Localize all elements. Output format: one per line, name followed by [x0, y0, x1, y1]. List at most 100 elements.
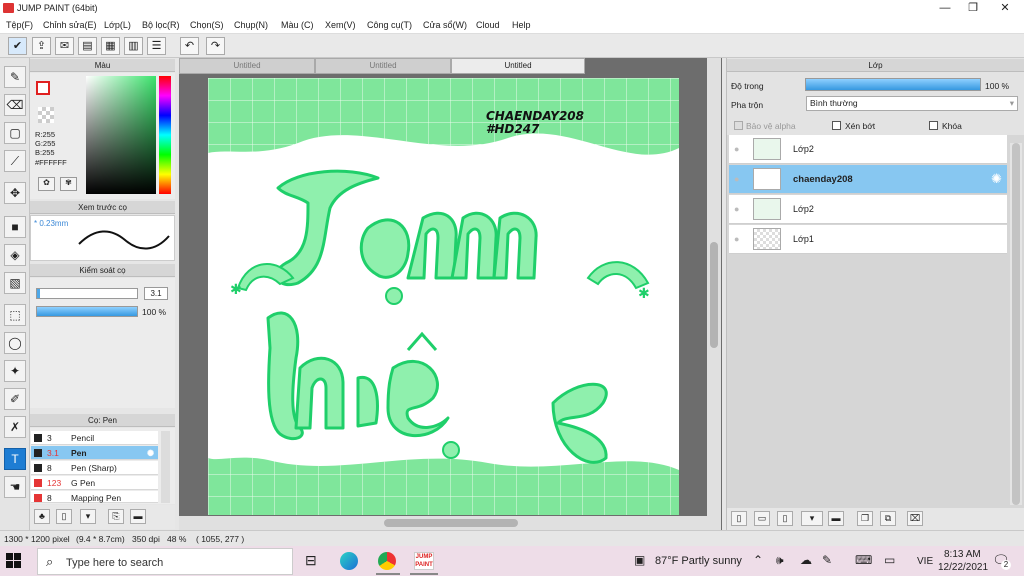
volume-icon[interactable]: 🕪 [776, 553, 784, 568]
clock-date[interactable]: 12/22/2021 [938, 562, 988, 573]
size-value[interactable]: 3.1 [144, 287, 168, 300]
windows-start-icon[interactable] [6, 553, 22, 569]
brush-item[interactable]: 8 Pen (Sharp) [31, 461, 158, 475]
line-tool-icon[interactable]: ⟋ [4, 150, 26, 172]
menu-capture[interactable]: Chụp(N) [234, 20, 268, 30]
tab-untitled-1[interactable]: Untitled [179, 58, 315, 74]
brush-folder-icon[interactable]: ▬ [130, 509, 146, 524]
protect-alpha-checkbox[interactable] [734, 121, 743, 130]
clip-checkbox[interactable] [832, 121, 841, 130]
hand-tool-icon[interactable]: ☚ [4, 476, 26, 498]
brush-copy-icon[interactable]: ⎘ [108, 509, 124, 524]
menu-color[interactable]: Màu (C) [281, 20, 314, 30]
rect-select-icon[interactable]: ▢ [4, 122, 26, 144]
transparent-color[interactable] [38, 107, 54, 123]
comment-icon[interactable]: ✉ [55, 37, 74, 55]
layer-list-scrollbar[interactable] [1010, 143, 1022, 505]
brush-tool-icon[interactable]: ✎ [4, 66, 26, 88]
redo-icon[interactable]: ↷ [206, 37, 225, 55]
menu-view[interactable]: Xem(V) [325, 20, 356, 30]
magic-wand-icon[interactable]: ✦ [4, 360, 26, 382]
lock-checkbox[interactable] [929, 121, 938, 130]
chrome-icon[interactable] [378, 552, 396, 570]
pen-icon[interactable]: ✎ [822, 553, 832, 567]
folder-icon[interactable]: ▬ [828, 511, 844, 526]
select-pen-icon[interactable]: ✐ [4, 388, 26, 410]
network-icon[interactable]: ▭ [884, 553, 895, 567]
layer-row[interactable]: ● Lớp2 [729, 195, 1007, 224]
menu-select[interactable]: Chọn(S) [190, 20, 224, 30]
size-slider[interactable] [36, 288, 138, 299]
hue-slider[interactable] [159, 76, 171, 194]
layer-row[interactable]: ● chaenday208 ✺ [729, 165, 1007, 194]
saturation-picker[interactable] [86, 76, 156, 194]
menu-edit[interactable]: Chỉnh sửa(E) [43, 20, 97, 30]
eraser-tool-icon[interactable]: ⌫ [4, 94, 26, 116]
layer-opacity-slider[interactable] [805, 78, 981, 91]
trash-icon[interactable]: ⌧ [907, 511, 923, 526]
artwork-canvas[interactable]: ✱ ✱ CHAENDAY208 #HD247 [208, 78, 679, 515]
brush-menu-icon[interactable]: ▾ [80, 509, 96, 524]
merge-layer-icon[interactable]: ⧉ [880, 511, 896, 526]
input-language[interactable]: VIE [917, 556, 933, 567]
gear-icon[interactable]: ✺ [991, 171, 1002, 187]
vertical-scrollbar[interactable] [707, 58, 721, 516]
jump-paint-taskbar-icon[interactable]: JUMP PAINT [414, 552, 434, 570]
weather-icon[interactable]: ▣ [634, 553, 645, 567]
undo-icon[interactable]: ↶ [180, 37, 199, 55]
tab-untitled-2[interactable]: Untitled [315, 58, 451, 74]
menu-tools[interactable]: Công cụ(T) [367, 20, 412, 30]
menu-cloud[interactable]: Cloud [476, 20, 500, 30]
new-raster-layer-icon[interactable]: ▭ [754, 511, 770, 526]
menu-help[interactable]: Help [512, 20, 531, 30]
lasso-tool-icon[interactable]: ◯ [4, 332, 26, 354]
brush-item[interactable]: 3.1 Pen ✺ [31, 446, 158, 460]
list-icon[interactable]: ☰ [147, 37, 166, 55]
eye-icon[interactable]: ● [734, 174, 739, 184]
brush-item[interactable]: 123 G Pen [31, 476, 158, 490]
text-tool-icon[interactable]: T [4, 448, 26, 470]
select-tool-icon[interactable]: ⬚ [4, 304, 26, 326]
menu-layer[interactable]: Lớp(L) [104, 20, 131, 30]
blend-mode-select[interactable]: Bình thường ▾ [806, 96, 1018, 111]
fill-rect-icon[interactable]: ■ [4, 216, 26, 238]
layer-row[interactable]: ● Lớp2 [729, 135, 1007, 164]
document-icon[interactable]: ▦ [101, 37, 120, 55]
message-icon[interactable]: ▤ [78, 37, 97, 55]
select-eraser-icon[interactable]: ✗ [4, 416, 26, 438]
share-icon[interactable]: ⇪ [32, 37, 51, 55]
edge-icon[interactable] [340, 552, 358, 570]
search-box[interactable]: ⌕ Type here to search [37, 548, 293, 575]
move-tool-icon[interactable]: ✥ [4, 182, 26, 204]
foreground-color[interactable] [36, 81, 50, 95]
task-view-icon[interactable]: ⊟ [305, 552, 317, 569]
layer-row[interactable]: ● Lớp1 [729, 225, 1007, 254]
clock-time[interactable]: 8:13 AM [944, 549, 981, 560]
eye-icon[interactable]: ● [734, 204, 739, 214]
eye-icon[interactable]: ● [734, 144, 739, 154]
maximize-button[interactable]: ❐ [958, 0, 988, 17]
brush-list-scrollbar[interactable] [161, 431, 170, 503]
check-icon[interactable]: ✔ [8, 37, 27, 55]
menu-filter[interactable]: Bộ lọc(R) [142, 20, 180, 30]
tab-untitled-3[interactable]: Untitled [451, 58, 585, 74]
new-text-layer-icon[interactable]: ▯ [777, 511, 793, 526]
horizontal-scrollbar[interactable] [179, 516, 721, 530]
gradient-tool-icon[interactable]: ▧ [4, 272, 26, 294]
menu-file[interactable]: Tệp(F) [6, 20, 33, 30]
swap-palette-icon[interactable]: ✾ [60, 177, 77, 191]
eye-icon[interactable]: ● [734, 234, 739, 244]
gear-icon[interactable]: ✺ [147, 446, 154, 460]
bucket-tool-icon[interactable]: ◈ [4, 244, 26, 266]
brush-settings-icon[interactable]: ♣ [34, 509, 50, 524]
brush-item[interactable]: 3 Pencil [31, 431, 158, 445]
close-button[interactable]: ✕ [990, 0, 1020, 17]
new-brush-icon[interactable]: ▯ [56, 509, 72, 524]
weather-text[interactable]: 87°F Partly sunny [655, 555, 742, 567]
layer-menu-icon[interactable]: ▾ [801, 511, 823, 526]
keyboard-icon[interactable]: ⌨ [855, 553, 872, 567]
new-layer-icon[interactable]: ▯ [731, 511, 747, 526]
opacity-slider[interactable] [36, 306, 138, 317]
chevron-up-icon[interactable]: ⌃ [753, 553, 763, 567]
minimize-button[interactable]: — [930, 0, 960, 17]
